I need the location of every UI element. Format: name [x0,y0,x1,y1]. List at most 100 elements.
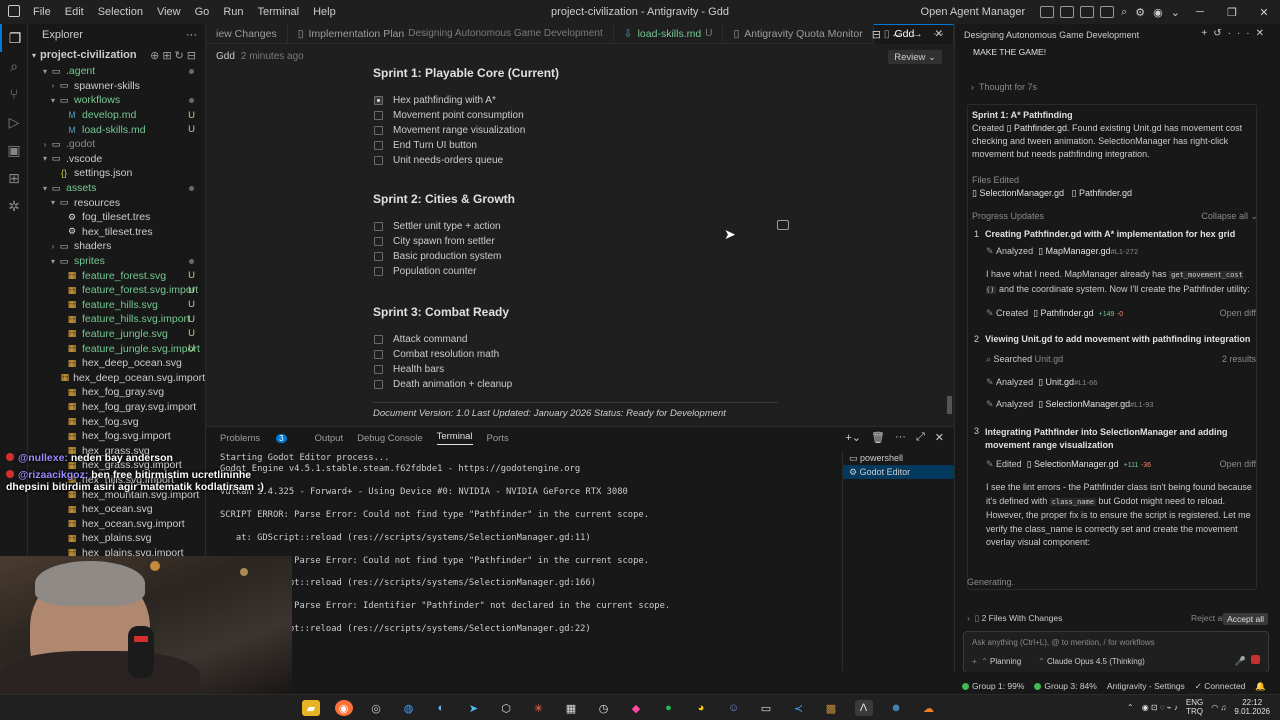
step-title[interactable]: Integrating Pathfinder into SelectionMan… [985,426,1235,452]
menu-view[interactable]: View [150,6,188,18]
add-context-icon[interactable]: + ⌃ [972,657,990,666]
blender-icon[interactable]: ▩ [822,700,840,716]
calendar-icon[interactable]: ▦ [562,700,580,716]
tree-item[interactable]: › ▭ spawner-skills [28,79,205,94]
wifi-icon[interactable]: ◠ ♫ [1211,703,1226,712]
task-checkbox[interactable] [374,251,383,261]
tree-item[interactable]: ▾ ▭ .agent [28,64,205,79]
editor-tab[interactable]: ▯ Antigravity Quota Monitor [723,23,874,44]
tree-item[interactable]: ▦ hex_ocean.svg [28,502,205,517]
connection-status[interactable]: ✓ Connected [1195,681,1246,692]
tray-icons[interactable]: ◉ ⊡ ◌ ⌁ ♪ [1142,703,1178,712]
tree-item[interactable]: ⚙ hex_tileset.tres [28,225,205,240]
tree-item[interactable]: ▦ feature_hills.svg U [28,298,205,313]
task-checkbox[interactable] [374,141,383,151]
go-back-icon[interactable]: ← [891,28,902,40]
extensions-icon[interactable]: ⊞ [0,164,28,192]
task-checkbox[interactable] [374,236,383,246]
tree-item[interactable]: ▦ feature_forest.svg.import U [28,283,205,298]
task-checkbox[interactable] [374,125,383,135]
layout-sidebar-icon[interactable] [1040,6,1055,18]
tree-item[interactable]: ▾ ▭ .vscode [28,152,205,167]
search-icon[interactable]: ⌕ [1121,6,1127,19]
tree-item[interactable]: ▾ ▭ assets [28,181,205,196]
gear-icon[interactable]: ⚙ [1135,6,1145,19]
menu-go[interactable]: Go [188,6,217,18]
account-icon[interactable]: ◉ [1153,6,1163,19]
agent-input[interactable]: Ask anything (Ctrl+L), @ to mention, / f… [963,631,1269,672]
firefox-icon[interactable]: ◉ [334,700,353,716]
vscode-icon[interactable]: ≺ [790,700,808,716]
cloud-icon[interactable]: ☁ [920,700,938,716]
task-checkbox[interactable] [374,380,383,390]
language-indicator[interactable]: ENG TRQ [1186,698,1203,716]
accept-all-button[interactable]: Accept all [1223,613,1268,625]
file-ref[interactable]: ▯ SelectionManager.gd [1038,399,1130,409]
tab-ports[interactable]: Ports [487,433,509,444]
file-chip[interactable]: ▯ SelectionManager.gd [972,188,1064,198]
split-editor-icon[interactable]: ⊟ [872,28,881,41]
more-actions-icon[interactable]: ··· [895,431,906,444]
discord-icon[interactable]: ☺ [725,700,743,716]
tab-problems[interactable]: Problems 3 [220,433,301,444]
editor-tab[interactable]: ▯ Implementation Plan Designing Autonomous… [288,23,614,44]
file-ref[interactable]: ▯ Unit.gd [1038,377,1074,387]
task-checkbox[interactable] [374,110,383,120]
go-forward-icon[interactable]: → [912,28,923,40]
tree-item[interactable]: ▾ ▭ sprites [28,254,205,269]
breadcrumb-doc[interactable]: Gdd [216,51,235,62]
step-title[interactable]: Creating Pathfinder.gd with A* implement… [985,229,1255,239]
antigravity-icon[interactable]: Λ [854,700,873,716]
spotify-icon[interactable]: ● [660,700,678,716]
file-explorer-icon[interactable]: ▰ [302,700,320,716]
tab-debug-console[interactable]: Debug Console [357,433,423,444]
unity-icon[interactable]: ⬡ [497,700,515,716]
run-debug-icon[interactable]: ▷ [0,108,28,136]
clock-icon[interactable]: ◷ [595,700,613,716]
model-selector[interactable]: ⌃ Claude Opus 4.5 (Thinking) [1038,657,1145,666]
editor-tab[interactable]: iew Changes [206,23,288,44]
group3-status[interactable]: Group 3: 84% [1034,681,1097,691]
mode-selector[interactable]: + ⌃ Planning [972,657,1021,666]
tree-item[interactable]: ▦ feature_forest.svg U [28,268,205,283]
maximize-button[interactable]: ❐ [1216,6,1248,19]
terminal-output[interactable]: Starting Godot Editor process... Godot En… [220,453,840,635]
more-actions-icon[interactable]: ··· [186,29,197,41]
file-ref[interactable]: ▯ MapManager.gd [1038,246,1111,256]
explorer-icon[interactable]: ❐ [0,24,28,52]
agent-icon[interactable]: ✲ [0,192,28,220]
agent-title-actions[interactable]: +↺···✕ [1201,28,1270,39]
chrome-dev-icon[interactable]: ◍ [400,700,418,716]
tree-item[interactable]: ▦ feature_hills.svg.import U [28,312,205,327]
task-checkbox[interactable] [374,334,383,344]
affinity-icon[interactable]: ✳ [530,700,548,716]
tree-item[interactable]: ▦ hex_fog.svg [28,414,205,429]
search-view-icon[interactable]: ⌕ [0,52,28,80]
files-with-changes[interactable]: › ▯ 2 Files With Changes [967,613,1062,624]
terminal-item-godot[interactable]: ⚙ Godot Editor [843,465,954,479]
maximize-panel-icon[interactable]: ⤢ [916,431,925,444]
tree-item[interactable]: ⚙ fog_tileset.tres [28,210,205,225]
menu-help[interactable]: Help [306,6,343,18]
tree-item[interactable]: ▾ ▭ workflows [28,93,205,108]
layout-secondary-icon[interactable] [1080,6,1095,18]
menu-selection[interactable]: Selection [91,6,150,18]
chrome-icon[interactable]: ◕ [692,700,710,716]
open-diff-link[interactable]: Open diff [1220,308,1256,318]
menu-file[interactable]: File [26,6,58,18]
tree-item[interactable]: ▦ feature_jungle.svg U [28,327,205,342]
file-ref[interactable]: ▯ Pathfinder.gd [1007,123,1068,133]
kill-terminal-icon[interactable]: 🗑 [871,431,885,444]
task-checkbox[interactable] [374,221,383,231]
tree-item[interactable]: Mload-skills.md U [28,122,205,137]
new-terminal-icon[interactable]: +⌄ [845,431,861,444]
clock[interactable]: 22:12 9.01.2026 [1234,698,1270,716]
open-agent-manager-button[interactable]: Open Agent Manager [921,6,1026,18]
tree-item[interactable]: Mdevelop.md U [28,108,205,123]
tab-output[interactable]: Output [315,433,344,444]
tree-item[interactable]: {} settings.json [28,166,205,181]
close-panel-icon[interactable]: ✕ [935,431,944,444]
collapse-all-button[interactable]: Collapse all ⌄ [1201,211,1258,222]
file-ref[interactable]: ▯ Pathfinder.gd [1033,308,1094,318]
chevron-down-icon[interactable]: ⌄ [1171,6,1180,19]
